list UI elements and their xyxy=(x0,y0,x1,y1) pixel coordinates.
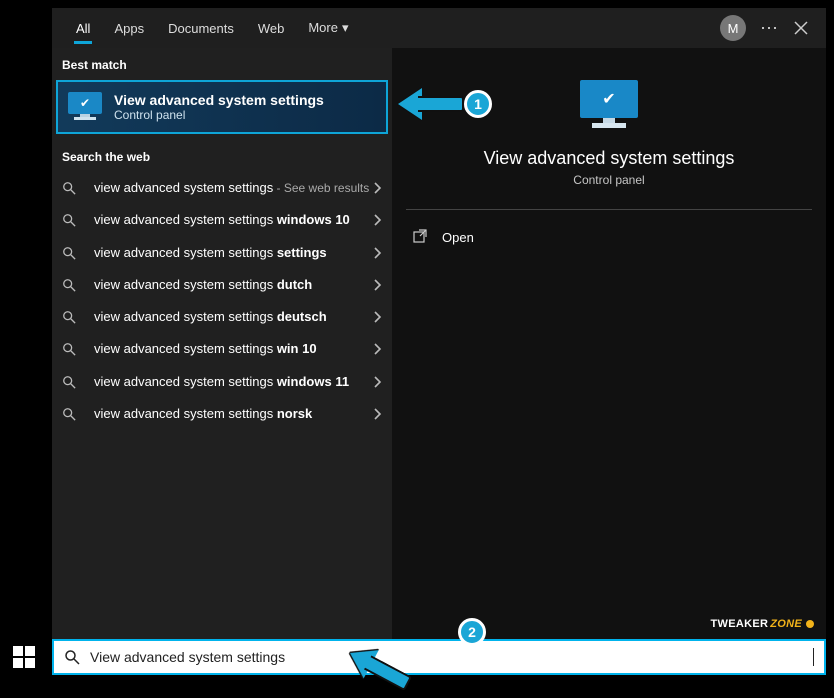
web-result[interactable]: view advanced system settings settings xyxy=(52,237,392,269)
chevron-right-icon[interactable] xyxy=(372,375,382,389)
windows-logo-icon xyxy=(13,646,35,668)
search-icon xyxy=(62,310,82,324)
web-result[interactable]: view advanced system settings win 10 xyxy=(52,333,392,365)
search-icon xyxy=(62,407,82,421)
search-bar[interactable] xyxy=(52,639,826,675)
chevron-down-icon: ▾ xyxy=(342,20,349,35)
tab-more[interactable]: More ▾ xyxy=(296,12,360,44)
more-options-button[interactable]: ⋯ xyxy=(756,15,782,41)
chevron-right-icon[interactable] xyxy=(372,246,382,260)
web-result-text: view advanced system settings norsk xyxy=(94,406,372,422)
tab-documents[interactable]: Documents xyxy=(156,13,246,44)
search-icon xyxy=(62,375,82,389)
chevron-right-icon[interactable] xyxy=(372,310,382,324)
web-result-text: view advanced system settings deutsch xyxy=(94,309,372,325)
search-icon xyxy=(62,213,82,227)
chevron-right-icon[interactable] xyxy=(372,213,382,227)
search-icon xyxy=(62,181,82,195)
web-result-text: view advanced system settings dutch xyxy=(94,277,372,293)
search-icon xyxy=(62,342,82,356)
search-web-label: Search the web xyxy=(52,140,392,172)
web-result-text: view advanced system settings win 10 xyxy=(94,341,372,357)
watermark: TWEAKERZONE xyxy=(711,618,814,630)
user-avatar[interactable]: M xyxy=(720,15,746,41)
preview-system-settings-icon: ✔ xyxy=(580,80,638,132)
best-match-subtitle: Control panel xyxy=(114,108,324,122)
tab-more-label: More xyxy=(308,20,338,35)
web-result[interactable]: view advanced system settings norsk xyxy=(52,398,392,430)
search-icon xyxy=(62,246,82,260)
web-result[interactable]: view advanced system settings deutsch xyxy=(52,301,392,333)
open-label: Open xyxy=(442,230,474,245)
web-result[interactable]: view advanced system settings windows 11 xyxy=(52,366,392,398)
open-action[interactable]: Open xyxy=(406,210,812,264)
best-match-title: View advanced system settings xyxy=(114,92,324,108)
search-window: All Apps Documents Web More ▾ M ⋯ Best ma… xyxy=(52,8,826,644)
tab-web[interactable]: Web xyxy=(246,13,297,44)
open-external-icon xyxy=(412,228,430,246)
close-button[interactable] xyxy=(788,15,814,41)
web-result-text: view advanced system settings settings xyxy=(94,245,372,261)
tab-all[interactable]: All xyxy=(64,13,102,44)
search-icon xyxy=(62,278,82,292)
preview-panel: ✔ View advanced system settings Control … xyxy=(392,48,826,644)
filter-tabs: All Apps Documents Web More ▾ M ⋯ xyxy=(52,8,826,48)
search-icon xyxy=(64,649,80,665)
best-match-item[interactable]: ✔ View advanced system settings Control … xyxy=(56,80,388,134)
preview-subtitle: Control panel xyxy=(406,173,812,187)
chevron-right-icon[interactable] xyxy=(372,407,382,421)
chevron-right-icon[interactable] xyxy=(372,278,382,292)
search-input[interactable] xyxy=(90,649,813,665)
results-panel: Best match ✔ View advanced system settin… xyxy=(52,48,392,644)
web-result-text: view advanced system settings - See web … xyxy=(94,180,372,196)
chevron-right-icon[interactable] xyxy=(372,342,382,356)
best-match-label: Best match xyxy=(52,48,392,80)
web-result[interactable]: view advanced system settings dutch xyxy=(52,269,392,301)
chevron-right-icon[interactable] xyxy=(372,181,382,195)
tab-apps[interactable]: Apps xyxy=(102,13,156,44)
start-button[interactable] xyxy=(4,639,44,675)
web-result[interactable]: view advanced system settings - See web … xyxy=(52,172,392,204)
close-icon xyxy=(794,21,808,35)
text-cursor xyxy=(813,648,814,666)
web-result-text: view advanced system settings windows 10 xyxy=(94,212,372,228)
web-result-text: view advanced system settings windows 11 xyxy=(94,374,372,390)
web-result[interactable]: view advanced system settings windows 10 xyxy=(52,204,392,236)
system-settings-icon: ✔ xyxy=(68,92,102,122)
preview-title: View advanced system settings xyxy=(406,148,812,169)
